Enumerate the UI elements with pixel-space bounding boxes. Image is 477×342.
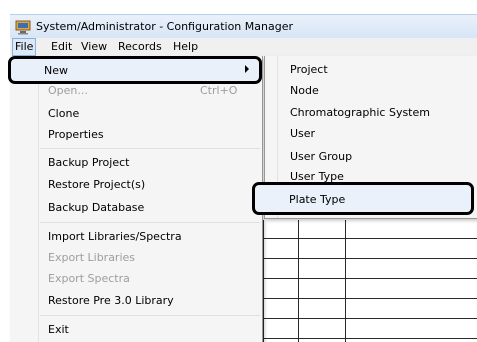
grid-line — [263, 298, 477, 299]
grid-line — [263, 258, 477, 259]
menu-view[interactable]: View — [78, 40, 110, 54]
menu-item-backup-project[interactable]: Backup Project — [48, 156, 129, 170]
grid-line — [263, 318, 477, 319]
window-title: System/Administrator - Configuration Man… — [36, 20, 293, 33]
menu-item-import-libraries[interactable]: Import Libraries/Spectra — [48, 230, 182, 244]
submenu-item-node[interactable]: Node — [290, 84, 319, 98]
submenu-item-chromatographic-system[interactable]: Chromatographic System — [290, 106, 430, 120]
grid-line — [263, 278, 477, 279]
submenu-item-plate-type-label: Plate Type — [289, 193, 346, 206]
menu-item-clone[interactable]: Clone — [48, 107, 79, 121]
menu-item-exit[interactable]: Exit — [48, 323, 69, 337]
menu-item-backup-database[interactable]: Backup Database — [48, 201, 144, 215]
menu-file[interactable]: File — [12, 38, 37, 56]
menu-item-export-libraries: Export Libraries — [48, 251, 136, 264]
submenu-item-user[interactable]: User — [290, 127, 315, 141]
app-computer-icon — [15, 20, 31, 35]
file-menu-dropdown: Open... Ctrl+O Clone Properties Backup P… — [10, 56, 263, 342]
menu-edit[interactable]: Edit — [48, 40, 75, 54]
menu-item-new[interactable]: New — [8, 56, 262, 84]
menu-item-restore-pre30[interactable]: Restore Pre 3.0 Library — [48, 294, 174, 308]
menu-separator — [40, 148, 260, 149]
menu-help[interactable]: Help — [170, 40, 201, 54]
grid-line — [263, 338, 477, 339]
menu-gutter — [38, 56, 39, 342]
menu-item-export-spectra: Export Spectra — [48, 272, 130, 285]
menu-separator — [40, 315, 260, 316]
submenu-item-user-group[interactable]: User Group — [290, 150, 352, 164]
menu-bar: File Edit View Records Help — [10, 38, 477, 57]
menu-separator — [40, 222, 260, 223]
menu-records[interactable]: Records — [115, 40, 165, 54]
menu-item-restore-project[interactable]: Restore Project(s) — [48, 178, 145, 192]
open-shortcut: Ctrl+O — [200, 84, 238, 97]
title-bar: System/Administrator - Configuration Man… — [10, 14, 477, 39]
data-grid[interactable] — [263, 220, 477, 342]
menu-item-properties[interactable]: Properties — [48, 128, 104, 142]
submenu-item-project[interactable]: Project — [290, 63, 328, 77]
menu-item-new-label: New — [44, 64, 68, 77]
grid-line — [263, 238, 477, 239]
submenu-arrow-icon — [245, 65, 249, 73]
menu-item-open: Open... — [48, 84, 88, 97]
submenu-item-plate-type[interactable]: Plate Type — [252, 182, 474, 215]
